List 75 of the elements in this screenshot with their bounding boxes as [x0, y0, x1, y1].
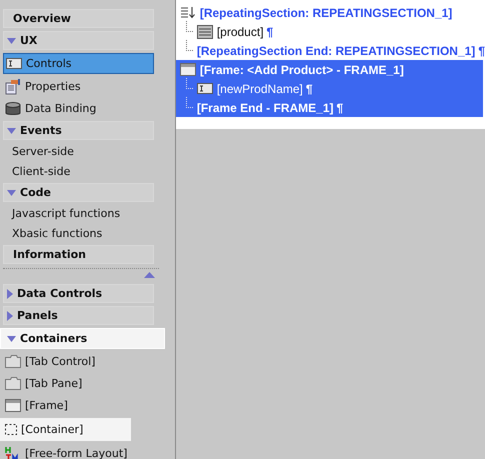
expanded-icon: [7, 38, 16, 44]
item-label: [Frame]: [25, 399, 68, 412]
text-field-icon: [196, 83, 213, 94]
folder-icon: [5, 377, 21, 390]
expanded-icon: [7, 336, 16, 342]
node-label: [RepeatingSection: REPEATINGSECTION_1]: [200, 6, 452, 20]
header-label: Overview: [13, 12, 71, 25]
tree-row[interactable]: [Frame End - FRAME_1] ¶: [176, 98, 483, 117]
item-label: Javascript functions: [12, 207, 120, 220]
item-label: Xbasic functions: [12, 227, 102, 240]
section-header[interactable]: Information: [3, 245, 154, 264]
item-label: [Container]: [21, 423, 84, 436]
nav-item[interactable]: Controls: [3, 53, 154, 74]
layout-icon: [5, 446, 21, 459]
database-icon: [5, 102, 21, 116]
item-label: Controls: [26, 57, 72, 70]
item-label: [Free-form Layout]: [25, 447, 128, 459]
frame-icon: [5, 399, 21, 412]
section-header[interactable]: Events: [3, 121, 154, 140]
nav-item[interactable]: Javascript functions: [0, 205, 165, 222]
item-label: Properties: [25, 80, 81, 93]
nav-item[interactable]: [Tab Control]: [0, 352, 165, 371]
header-label: Events: [20, 124, 62, 137]
item-label: [Tab Pane]: [25, 377, 82, 390]
collapsed-icon: [7, 288, 13, 298]
node-label: [newProdName]: [216, 82, 303, 96]
node-label: [RepeatingSection End: REPEATINGSECTION_1]: [196, 44, 476, 58]
section-header[interactable]: Code: [3, 183, 154, 202]
section-header[interactable]: UX: [3, 31, 154, 50]
paragraph-mark: ¶: [266, 24, 274, 38]
paragraph-mark: ¶: [336, 100, 344, 114]
frame-icon: [180, 63, 196, 76]
expanded-icon: [7, 190, 16, 196]
item-label: Client-side: [12, 165, 70, 178]
nav-item[interactable]: Properties: [0, 77, 165, 96]
nav-item[interactable]: Data Binding: [0, 99, 165, 118]
node-label: [Frame: <Add Product> - FRAME_1]: [200, 62, 404, 76]
nav-item[interactable]: Client-side: [0, 163, 165, 180]
header-label: UX: [20, 34, 38, 47]
folder-icon: [5, 355, 21, 368]
tree-row[interactable]: [newProdName] ¶: [176, 79, 483, 98]
nav-item[interactable]: Server-side: [0, 143, 165, 160]
sort-icon: [180, 6, 196, 19]
expanded-icon: [7, 128, 16, 134]
text-field-icon: [6, 58, 22, 69]
section-header[interactable]: Data Controls: [3, 284, 154, 303]
tree-row[interactable]: [product] ¶: [176, 22, 485, 41]
section-header[interactable]: Containers: [0, 328, 165, 349]
tree-row[interactable]: [Frame: <Add Product> - FRAME_1]: [176, 60, 483, 79]
container-icon: [5, 424, 17, 435]
header-label: Data Controls: [17, 287, 102, 300]
paragraph-mark: ¶: [478, 44, 485, 58]
header-label: Code: [20, 186, 51, 199]
item-label: [Tab Control]: [25, 355, 96, 368]
header-label: Panels: [17, 309, 58, 322]
section-header[interactable]: Panels: [3, 306, 154, 325]
section-header[interactable]: Overview: [3, 9, 154, 28]
nav-item[interactable]: Xbasic functions: [0, 225, 165, 242]
tree-row[interactable]: [RepeatingSection End: REPEATINGSECTION_1] ¶: [176, 41, 485, 60]
collapsed-icon: [7, 310, 13, 320]
list-icon: [196, 24, 213, 38]
nav-item[interactable]: [Container]: [0, 418, 131, 441]
header-label: Containers: [20, 332, 88, 345]
header-label: Information: [13, 248, 86, 261]
collapse-up-icon[interactable]: [144, 272, 155, 278]
nav-item[interactable]: [Free-form Layout]: [0, 444, 165, 459]
item-label: Server-side: [12, 145, 74, 158]
tree-row[interactable]: [RepeatingSection: REPEATINGSECTION_1]: [176, 3, 485, 22]
node-label: [Frame End - FRAME_1]: [196, 100, 334, 114]
node-label: [product]: [216, 24, 264, 38]
item-label: Data Binding: [25, 102, 96, 115]
properties-icon: [5, 78, 21, 94]
nav-item[interactable]: [Frame]: [0, 396, 165, 415]
nav-item[interactable]: [Tab Pane]: [0, 374, 165, 393]
paragraph-mark: ¶: [306, 82, 313, 96]
